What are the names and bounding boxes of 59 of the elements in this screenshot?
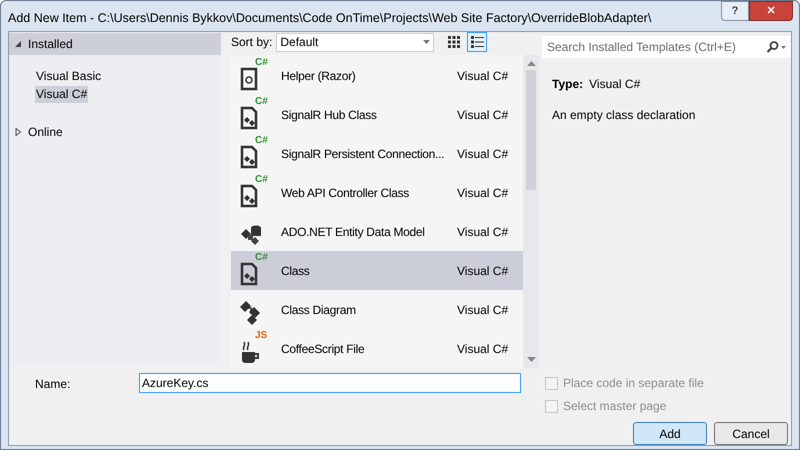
template-item[interactable]: C# SignalR Persistent Connection... Visual C# xyxy=(231,134,523,173)
template-name: Web API Controller Class xyxy=(281,184,410,202)
cancel-button[interactable]: Cancel xyxy=(714,422,788,445)
scroll-down-icon xyxy=(526,357,536,362)
diagram-template-icon xyxy=(239,300,263,326)
template-item[interactable]: Class Diagram Visual C# xyxy=(231,290,523,329)
tree-item[interactable]: Visual C# xyxy=(35,86,88,103)
sort-dropdown[interactable]: Default xyxy=(276,32,434,52)
expanded-arrow-icon xyxy=(15,40,22,48)
sort-label: Sort by: xyxy=(231,34,272,51)
template-name: Class xyxy=(281,262,311,280)
template-language: Visual C# xyxy=(457,68,508,84)
tree-node[interactable]: Installed xyxy=(9,33,222,55)
name-field[interactable]: AzureKey.cs xyxy=(139,373,521,393)
file-type-label: C# xyxy=(255,252,268,262)
window-title: Add New Item - C:\Users\Dennis Bykkov\Documents\Code OnTime\Projects\Web Site Factory\OverrideBlobAdapter\ xyxy=(8,10,652,27)
checkbox-label: Select master page xyxy=(563,398,666,415)
name-label: Name: xyxy=(35,376,72,393)
file-type-label: C# xyxy=(255,174,268,184)
template-item[interactable]: JS CoffeeScript File Visual C# xyxy=(231,329,523,368)
description-text: An empty class declaration xyxy=(552,107,696,124)
caret-icon xyxy=(423,40,430,44)
template-language: Visual C# xyxy=(457,224,508,240)
template-name: Helper (Razor) xyxy=(281,68,356,84)
search-field[interactable]: Search Installed Templates (Ctrl+E) xyxy=(542,36,791,58)
template-name: ADO.NET Entity Data Model xyxy=(281,224,426,240)
template-language: Visual C# xyxy=(457,106,508,124)
template-language: Visual C# xyxy=(457,262,508,280)
template-name: SignalR Persistent Connection... xyxy=(281,146,446,162)
template-language: Visual C# xyxy=(457,302,508,318)
type-label: Type: xyxy=(552,76,584,93)
template-item[interactable]: ADO.NET Entity Data Model Visual C# xyxy=(231,212,523,251)
scrollbar[interactable] xyxy=(523,55,539,368)
file-type-label: C# xyxy=(255,58,268,68)
template-name: Class Diagram xyxy=(281,302,357,318)
tree-node[interactable]: Online xyxy=(9,121,222,143)
template-item[interactable]: C# Class Visual C# xyxy=(231,251,523,290)
file-type-label: JS xyxy=(255,330,268,340)
file-type-label: C# xyxy=(255,136,268,146)
template-item[interactable]: C# Web API Controller Class Visual C# xyxy=(231,173,523,212)
template-item[interactable]: C# SignalR Hub Class Visual C# xyxy=(231,95,523,134)
file-type-label: C# xyxy=(255,96,268,106)
add-button[interactable]: Add xyxy=(633,422,707,445)
tree-item[interactable]: Visual Basic xyxy=(35,68,102,85)
close-button[interactable]: ✕ xyxy=(749,1,793,21)
checkbox-label: Place code in separate file xyxy=(563,375,704,392)
template-language: Visual C# xyxy=(457,146,508,162)
template-item[interactable]: C# Helper (Razor) Visual C# xyxy=(231,56,523,95)
scroll-up-icon xyxy=(526,61,536,66)
list-view-button[interactable] xyxy=(467,32,488,52)
help-button[interactable]: ? xyxy=(721,1,749,21)
template-name: SignalR Hub Class xyxy=(281,106,378,124)
template-name: CoffeeScript File xyxy=(281,340,366,358)
template-language: Visual C# xyxy=(457,340,508,358)
type-value: Visual C# xyxy=(589,76,640,93)
search-icon xyxy=(766,41,786,53)
template-language: Visual C# xyxy=(457,184,508,202)
collapsed-arrow-icon xyxy=(15,128,22,136)
scroll-thumb[interactable] xyxy=(526,70,536,190)
